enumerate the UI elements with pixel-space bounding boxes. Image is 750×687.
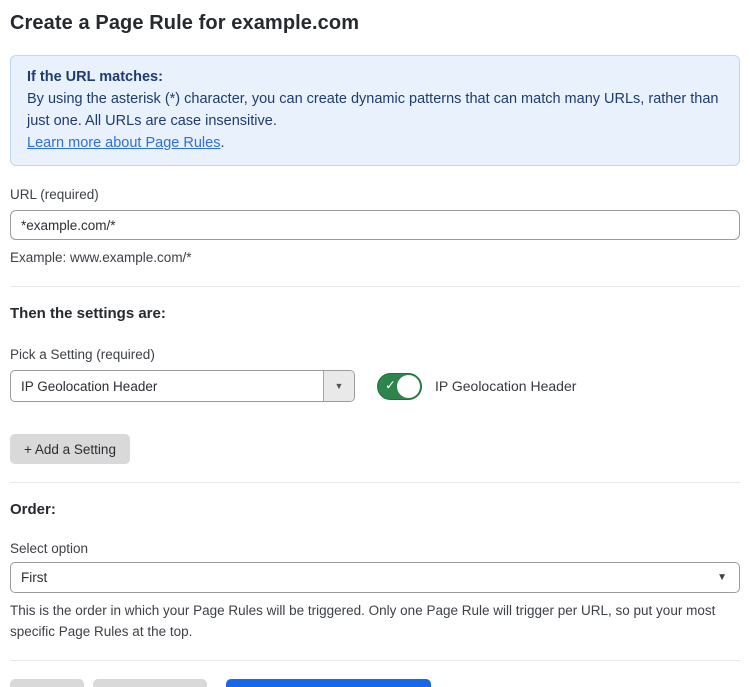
divider <box>10 286 740 287</box>
url-helper: Example: www.example.com/* <box>10 247 740 268</box>
ip-geolocation-toggle[interactable]: ✓ <box>377 373 422 400</box>
page-title: Create a Page Rule for example.com <box>10 12 740 35</box>
check-icon: ✓ <box>385 378 396 394</box>
toggle-label: IP Geolocation Header <box>435 378 576 394</box>
toggle-group: ✓ IP Geolocation Header <box>377 373 576 400</box>
add-setting-button[interactable]: + Add a Setting <box>10 434 130 464</box>
url-match-info-box: If the URL matches: By using the asteris… <box>10 55 740 166</box>
order-select-label: Select option <box>10 541 740 556</box>
info-box-link-row: Learn more about Page Rules. <box>27 132 723 154</box>
toggle-knob <box>397 375 420 398</box>
action-buttons: Cancel Save as Draft Save and Deploy Pag… <box>10 679 740 687</box>
order-heading: Order: <box>10 501 740 518</box>
caret-down-icon: ▼ <box>717 572 727 583</box>
save-deploy-button[interactable]: Save and Deploy Page Rule <box>226 679 432 687</box>
info-box-heading: If the URL matches: <box>27 66 723 88</box>
settings-heading: Then the settings are: <box>10 305 740 322</box>
order-select-value: First <box>21 570 47 585</box>
create-page-rule-form: Create a Page Rule for example.com If th… <box>0 0 750 687</box>
divider <box>10 660 740 661</box>
cancel-button[interactable]: Cancel <box>10 679 84 687</box>
setting-picker-label: Pick a Setting (required) <box>10 347 740 362</box>
setting-picker-value: IP Geolocation Header <box>11 371 323 401</box>
link-suffix: . <box>220 135 224 151</box>
setting-picker[interactable]: IP Geolocation Header ▼ <box>10 370 355 402</box>
order-select[interactable]: First ▼ <box>10 562 740 593</box>
url-input[interactable] <box>10 210 740 240</box>
learn-more-link[interactable]: Learn more about Page Rules <box>27 135 220 151</box>
divider <box>10 482 740 483</box>
info-box-body: By using the asterisk (*) character, you… <box>27 88 723 132</box>
setting-row: IP Geolocation Header ▼ ✓ IP Geolocation… <box>10 370 740 402</box>
url-label: URL (required) <box>10 187 740 202</box>
save-draft-button[interactable]: Save as Draft <box>93 679 207 687</box>
caret-down-icon[interactable]: ▼ <box>323 371 354 401</box>
order-helper: This is the order in which your Page Rul… <box>10 600 740 642</box>
